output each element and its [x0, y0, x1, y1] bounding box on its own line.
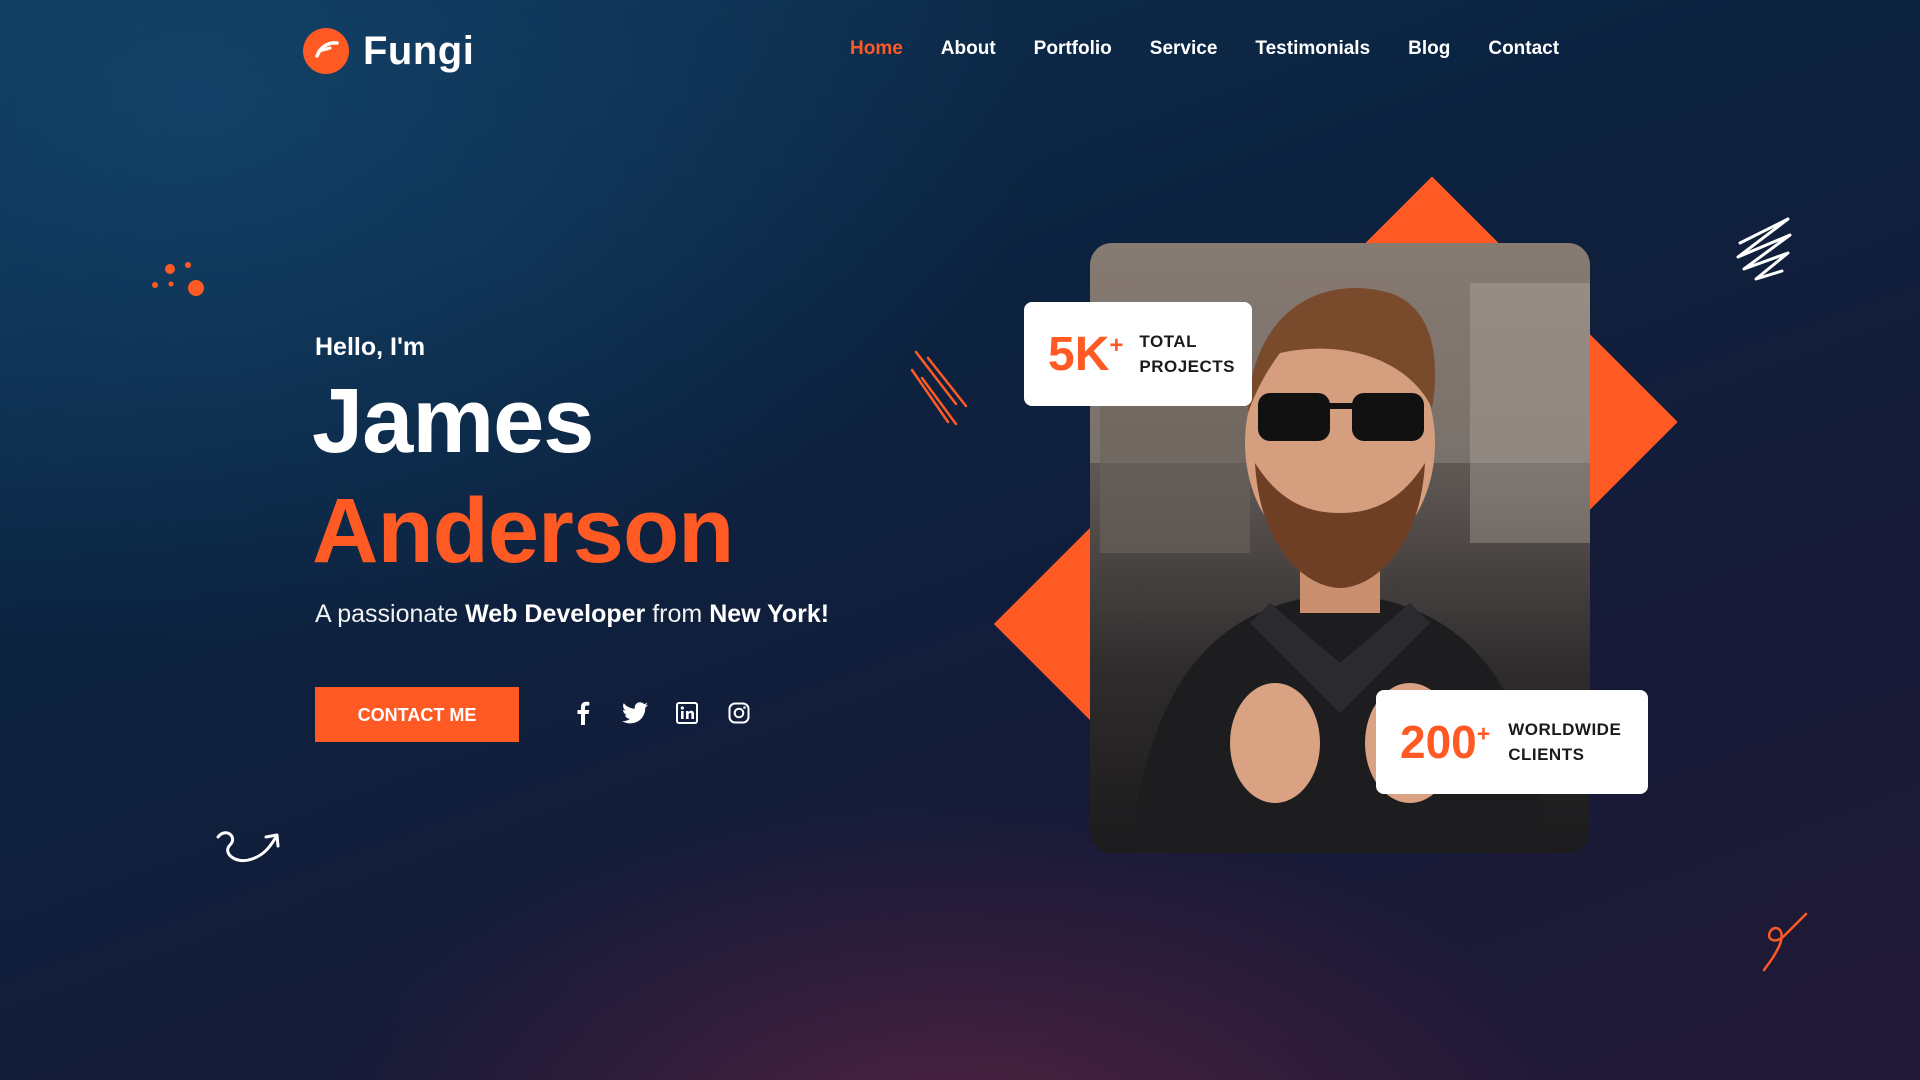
nav-contact[interactable]: Contact [1488, 38, 1559, 60]
stat-clients-label: WORLDWIDE CLIENTS [1508, 720, 1622, 764]
stat-projects-value: 5K+ [1048, 327, 1124, 381]
main-nav: Home About Portfolio Service Testimonial… [850, 38, 1559, 60]
linkedin-icon[interactable] [672, 698, 702, 728]
contact-me-button[interactable]: CONTACT ME [315, 687, 519, 742]
tagline-prefix: A passionate [315, 600, 466, 628]
greeting: Hello, I'm [315, 333, 426, 361]
nav-service[interactable]: Service [1150, 38, 1218, 60]
nav-blog[interactable]: Blog [1408, 38, 1450, 60]
dots-decoration-icon [152, 262, 204, 296]
brand-name: Fungi [363, 28, 475, 73]
facebook-icon[interactable] [568, 698, 598, 728]
stat-worldwide-clients: 200+ WORLDWIDE CLIENTS [1376, 690, 1648, 794]
logo[interactable]: Fungi [303, 28, 474, 74]
curly-arrow-decoration-icon [216, 831, 280, 862]
social-links [568, 698, 754, 728]
stat-total-projects: 5K+ TOTAL PROJECTS [1024, 302, 1252, 406]
instagram-icon[interactable] [724, 698, 754, 728]
tagline-place: New York! [709, 600, 830, 628]
logo-mark-icon [303, 28, 349, 74]
slash-lines-decoration-icon [910, 350, 968, 426]
first-name: James [312, 370, 594, 472]
tagline-mid: from [645, 600, 710, 628]
swirl-decoration-icon [1762, 912, 1808, 972]
nav-testimonials[interactable]: Testimonials [1255, 38, 1370, 60]
nav-home[interactable]: Home [850, 38, 903, 60]
scribble-decoration-icon [1736, 217, 1792, 281]
nav-about[interactable]: About [941, 38, 996, 60]
twitter-icon[interactable] [620, 698, 650, 728]
tagline-role: Web Developer [465, 600, 646, 628]
stat-projects-label: TOTAL PROJECTS [1139, 332, 1236, 376]
tagline: A passionate Web Developer from New York… [315, 600, 829, 629]
stat-clients-value: 200+ [1400, 716, 1491, 768]
nav-portfolio[interactable]: Portfolio [1034, 38, 1112, 60]
last-name: Anderson [312, 480, 734, 582]
